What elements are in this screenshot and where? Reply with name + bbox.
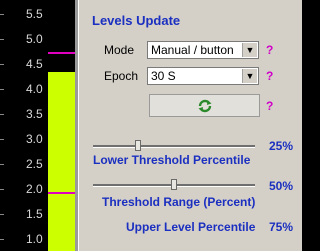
threshold-range-value: 50% xyxy=(268,179,293,193)
chevron-down-icon[interactable]: ▼ xyxy=(242,43,257,57)
levels-update-panel: Levels Update Mode Manual / button ▼ ? E… xyxy=(78,0,302,251)
meter-tick-label: 4.0 xyxy=(26,82,43,96)
refresh-help-icon[interactable]: ? xyxy=(266,99,273,113)
epoch-select-value: 30 S xyxy=(151,69,176,83)
mode-help-icon[interactable]: ? xyxy=(266,43,273,57)
level-bar xyxy=(48,71,75,251)
refresh-icon xyxy=(198,99,211,112)
meter-tick-label: 1.5 xyxy=(26,207,43,221)
upper-level-label: Upper Level Percentile xyxy=(126,220,256,234)
epoch-select[interactable]: 30 S ▼ xyxy=(147,67,259,85)
upper-level-value: 75% xyxy=(268,220,293,234)
lower-threshold-label: Lower Threshold Percentile xyxy=(93,153,251,167)
slider-track xyxy=(93,145,255,148)
mode-label: Mode xyxy=(104,43,135,57)
threshold-range-slider[interactable] xyxy=(93,179,255,191)
meter-tick-label: 3.0 xyxy=(26,132,43,146)
threshold-range-label: Threshold Range (Percent) xyxy=(102,195,256,209)
meter-tick-label: 5.5 xyxy=(26,7,43,21)
lower-level-marker xyxy=(48,191,75,194)
lower-threshold-slider[interactable] xyxy=(93,140,255,152)
meter-tick-mark xyxy=(0,214,4,215)
meter-tick-mark xyxy=(0,64,4,65)
level-meter: 5.5 5.0 4.5 4.0 3.5 3.0 2.5 2.0 1.5 1.0 xyxy=(0,0,78,251)
meter-tick-mark xyxy=(0,89,4,90)
meter-tick-mark xyxy=(0,189,4,190)
meter-tick-label: 3.5 xyxy=(26,107,43,121)
mode-select-value: Manual / button xyxy=(151,43,234,57)
chevron-down-icon[interactable]: ▼ xyxy=(242,69,257,83)
slider-thumb[interactable] xyxy=(135,140,141,151)
meter-tick-mark xyxy=(0,114,4,115)
meter-tick-label: 1.0 xyxy=(26,232,43,246)
slider-thumb[interactable] xyxy=(171,179,177,190)
meter-tick-mark xyxy=(0,39,4,40)
meter-tick-label: 2.0 xyxy=(26,182,43,196)
panel-title: Levels Update xyxy=(92,13,181,28)
epoch-label: Epoch xyxy=(104,69,139,83)
meter-tick-mark xyxy=(0,14,4,15)
meter-tick-label: 4.5 xyxy=(26,57,43,71)
mode-select[interactable]: Manual / button ▼ xyxy=(147,41,259,59)
epoch-help-icon[interactable]: ? xyxy=(266,69,273,83)
meter-tick-mark xyxy=(0,164,4,165)
meter-tick-mark xyxy=(0,239,4,240)
meter-tick-label: 2.5 xyxy=(26,157,43,171)
upper-level-marker xyxy=(48,51,75,54)
lower-threshold-value: 25% xyxy=(268,139,293,153)
meter-tick-label: 5.0 xyxy=(26,32,43,46)
meter-tick-mark xyxy=(0,139,4,140)
refresh-button[interactable] xyxy=(149,94,260,117)
